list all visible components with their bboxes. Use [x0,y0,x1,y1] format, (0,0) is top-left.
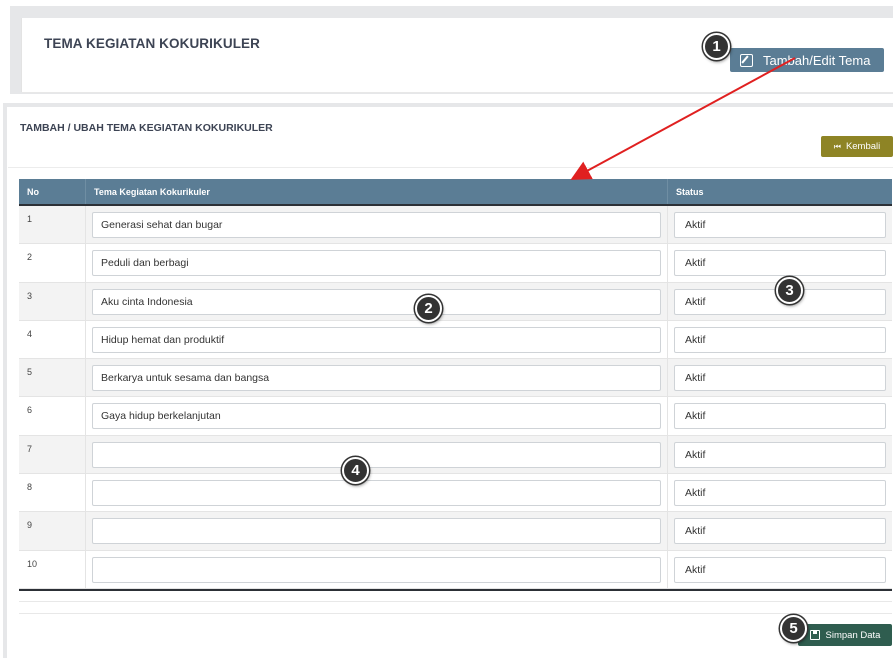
tema-input[interactable]: Peduli dan berbagi [92,250,661,277]
status-select[interactable]: Aktif [674,212,886,238]
divider [22,92,893,93]
tema-cell: Hidup hemat dan produktif [86,320,668,359]
tema-cell [86,435,668,474]
status-select[interactable]: Aktif [674,556,886,583]
callout-marker-1: 1 [703,33,730,60]
status-cell: Aktif [668,359,892,396]
edit-icon [740,53,753,67]
row-number: 5 [19,359,86,397]
tema-cell [86,474,668,512]
kembali-label: Kembali [845,141,881,152]
table-row: 1 Generasi sehat dan bugar Aktif [19,206,892,245]
row-number: 3 [19,282,86,320]
status-cell: Aktif [668,436,892,473]
table-row: 5 Berkarya untuk sesama dan bangsa Aktif [19,359,892,398]
status-cell: Aktif [668,551,892,588]
status-select[interactable]: Aktif [674,365,886,392]
tema-cell: Gaya hidup berkelanjutan [86,397,668,435]
status-cell: Aktif [668,244,892,281]
row-number: 6 [19,397,86,435]
row-number: 9 [19,512,86,550]
tema-input[interactable] [92,441,661,468]
header-status: Status [676,186,704,197]
divider [19,613,892,614]
tema-cell: Peduli dan berbagi [86,244,668,282]
table-header: No Tema Kegiatan Kokurikuler Status [19,179,892,206]
status-cell: Aktif [668,321,892,358]
table-row: 6 Gaya hidup berkelanjutan Aktif [19,397,892,436]
tema-input[interactable]: Berkarya untuk sesama dan bangsa [92,365,661,392]
status-cell: Aktif [668,512,892,549]
header-tema: Tema Kegiatan Kokurikuler [86,179,668,204]
row-number: 4 [19,320,86,359]
kembali-button[interactable]: ⏮ Kembali [821,136,893,157]
status-select[interactable]: Aktif [674,480,886,507]
tema-cell [86,512,668,550]
skip-back-icon: ⏮ [833,141,841,151]
row-number: 2 [19,244,86,282]
tema-input[interactable]: Gaya hidup berkelanjutan [92,403,661,430]
table-row: 7 Aktif [19,435,892,475]
row-number: 7 [19,435,86,474]
status-select[interactable]: Aktif [674,441,886,468]
status-select[interactable]: Aktif [674,403,886,430]
callout-marker-3: 3 [776,277,803,304]
tema-input[interactable] [92,556,661,583]
status-cell: Aktif [668,206,892,243]
tema-input[interactable]: Hidup hemat dan produktif [92,326,661,353]
table-bottom-border [19,589,892,591]
table-row: 10 Aktif [19,550,892,589]
table-body: 1 Generasi sehat dan bugar Aktif 2 Peduli da… [19,206,892,589]
table-row: 2 Peduli dan berbagi Aktif [19,244,892,283]
callout-marker-4: 4 [342,457,369,484]
row-number: 8 [19,474,86,512]
table-row: 8 Aktif [19,474,892,513]
status-select[interactable]: Aktif [674,326,886,353]
table-row: 9 Aktif [19,512,892,551]
callout-marker-5: 5 [780,615,807,642]
status-select[interactable]: Aktif [674,518,886,545]
tema-cell [86,550,668,588]
callout-marker-2: 2 [415,295,442,322]
tema-cell: Generasi sehat dan bugar [86,206,668,244]
status-cell: Aktif [668,397,892,434]
divider [8,167,893,168]
status-cell: Aktif [668,474,892,511]
tema-cell: Berkarya untuk sesama dan bangsa [86,359,668,397]
tema-input[interactable] [92,518,661,545]
form-panel-title: TAMBAH / UBAH TEMA KEGIATAN KOKURIKULER [20,122,273,134]
tema-input[interactable]: Generasi sehat dan bugar [92,212,661,238]
status-select[interactable]: Aktif [674,250,886,277]
tema-input[interactable]: Aku cinta Indonesia [92,288,661,315]
save-icon [809,630,820,640]
header-no: No [19,179,86,204]
divider [19,601,892,602]
tambah-edit-tema-button[interactable]: Tambah/Edit Tema [730,48,884,72]
simpan-data-label: Simpan Data [825,629,881,641]
table-row: 3 Aku cinta Indonesia Aktif [19,282,892,321]
tema-cell: Aku cinta Indonesia [86,282,668,320]
row-number: 1 [19,206,86,244]
tema-input[interactable] [92,480,661,507]
simpan-data-button[interactable]: Simpan Data [798,624,892,646]
tambah-edit-tema-label: Tambah/Edit Tema [763,52,871,68]
table-row: 4 Hidup hemat dan produktif Aktif [19,320,892,360]
row-number: 10 [19,550,86,588]
tema-panel-title: TEMA KEGIATAN KOKURIKULER [44,36,260,51]
tema-table: No Tema Kegiatan Kokurikuler Status 1 Gen… [19,179,892,589]
